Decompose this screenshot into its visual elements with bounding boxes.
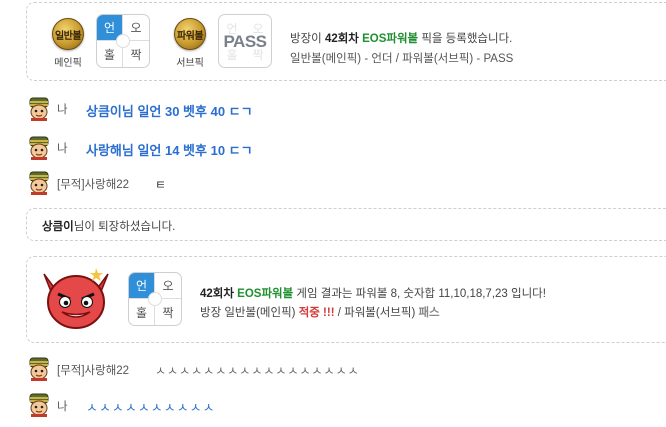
chat-username[interactable]: 나 — [57, 140, 68, 156]
chat-message: ㅅㅅㅅㅅㅅㅅㅅㅅㅅㅅ — [86, 400, 216, 415]
chat-username[interactable]: 나 — [57, 101, 68, 117]
chat-message: ㅅㅅㅅㅅㅅㅅㅅㅅㅅㅅㅅㅅㅅㅅㅅㅅㅅ — [155, 364, 360, 378]
soldier-avatar-icon[interactable] — [27, 136, 51, 160]
chat-message: 사랑해님 일언 14 벳후 10 ㄷㄱ — [86, 143, 253, 158]
chat-message: ㅌ — [155, 178, 167, 192]
result-detail-text: 방장 일반볼(메인픽) 적중 !!! / 파워볼(서브픽) 패스 — [200, 307, 440, 319]
chat-username[interactable]: [무적]사랑해22 — [57, 362, 129, 378]
main-pick-grid: 언 오 홀 짝 — [96, 14, 150, 68]
pick-register-text: 방장이 42회차 EOS파워볼 픽을 등록했습니다. — [290, 33, 513, 45]
sub-pick-badge: 파워볼 서브픽 — [172, 18, 208, 69]
chat-username[interactable]: 나 — [57, 398, 68, 414]
chat-username[interactable]: [무적]사랑해22 — [57, 176, 129, 192]
sub-pick-pass-box: 언 오 홀 짝 PASS — [218, 14, 272, 68]
grid-center-circle — [116, 34, 130, 48]
main-pick-badge: 일반볼 메인픽 — [50, 18, 86, 69]
sub-pick-label: 서브픽 — [176, 58, 204, 69]
grid-center-circle — [148, 292, 162, 306]
result-text: 42회차 EOS파워볼 게임 결과는 파워볼 8, 숫자합 11,10,18,7… — [200, 288, 546, 300]
pass-label: PASS — [223, 32, 267, 51]
main-pick-label: 메인픽 — [54, 58, 82, 69]
soldier-avatar-icon[interactable] — [27, 357, 51, 381]
leave-notice-text: 상큼이님이 퇴장하셨습니다. — [42, 221, 176, 233]
chat-message: 상큼이님 일언 30 벳후 40 ㄷㄱ — [86, 104, 253, 119]
pick-detail-text: 일반볼(메인픽) - 언더 / 파워볼(서브픽) - PASS — [290, 53, 514, 65]
soldier-avatar-icon[interactable] — [27, 171, 51, 195]
normal-ball-icon: 일반볼 — [52, 18, 84, 50]
soldier-avatar-icon[interactable] — [27, 97, 51, 121]
power-ball-icon: 파워볼 — [174, 18, 206, 50]
devil-emoji-icon — [43, 268, 109, 329]
result-grid: 언 오 홀 짝 — [128, 272, 182, 326]
soldier-avatar-icon[interactable] — [27, 393, 51, 417]
